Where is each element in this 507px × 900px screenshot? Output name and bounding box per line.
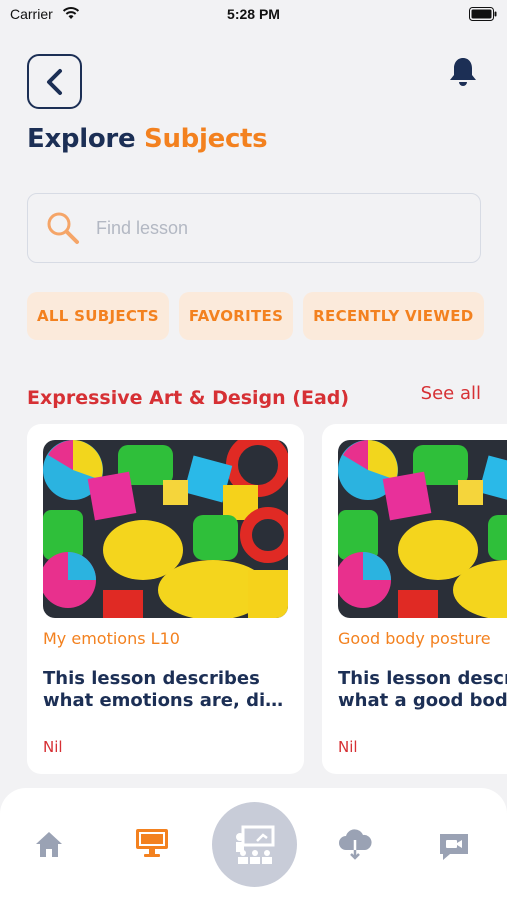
home-icon — [36, 832, 62, 857]
lesson-tag: Good body posture — [338, 629, 491, 648]
chevron-left-icon — [46, 68, 62, 95]
status-time: 5:28 PM — [227, 6, 280, 22]
search-icon — [47, 212, 79, 244]
page-title-accent: Subjects — [144, 124, 268, 154]
page-title-main: Explore — [27, 124, 136, 154]
cloud-download-icon — [339, 829, 372, 860]
lesson-footer: Nil — [43, 738, 63, 756]
lesson-description: This lesson describes what emotions are,… — [43, 668, 293, 712]
lesson-card[interactable]: My emotions L10 This lesson describes wh… — [27, 424, 304, 774]
lesson-tag: My emotions L10 — [43, 629, 180, 648]
lesson-description-line1: This lesson describes — [338, 668, 507, 689]
lesson-thumbnail — [43, 440, 288, 618]
search-input[interactable] — [96, 217, 456, 239]
filter-chips: ALL SUBJECTS FAVORITES RECENTLY VIEWED — [27, 292, 484, 340]
battery-icon — [469, 7, 497, 21]
nav-lessons[interactable] — [135, 828, 169, 858]
lesson-description-line2: what a good body — [338, 690, 507, 711]
lesson-thumbnail — [338, 440, 507, 618]
nav-classroom[interactable] — [212, 802, 297, 887]
filter-recently-viewed[interactable]: RECENTLY VIEWED — [303, 292, 484, 340]
nav-home[interactable] — [34, 830, 64, 858]
nav-live[interactable] — [438, 832, 470, 862]
lesson-carousel[interactable]: My emotions L10 This lesson describes wh… — [27, 424, 507, 774]
section-title: Expressive Art & Design (Ead) — [27, 387, 350, 409]
filter-all-subjects[interactable]: ALL SUBJECTS — [27, 292, 169, 340]
lesson-card[interactable]: Good body posture This lesson describes … — [322, 424, 507, 774]
page-title: Explore Subjects — [27, 124, 268, 154]
nav-downloads[interactable] — [338, 828, 372, 860]
lesson-description-line2: what emotions are, di… — [43, 690, 284, 711]
lesson-description: This lesson describes what a good body — [338, 668, 507, 712]
lesson-description-line1: This lesson describes — [43, 668, 260, 689]
video-chat-icon — [440, 834, 468, 860]
classroom-icon — [235, 825, 274, 864]
see-all-link[interactable]: See all — [421, 383, 481, 404]
bottom-nav — [0, 788, 507, 900]
status-bar: Carrier 5:28 PM — [0, 0, 507, 30]
back-button[interactable] — [27, 54, 82, 109]
bell-icon[interactable] — [448, 56, 478, 88]
search-box[interactable] — [27, 193, 481, 263]
lesson-footer: Nil — [338, 738, 358, 756]
filter-favorites[interactable]: FAVORITES — [178, 292, 294, 340]
monitor-icon — [136, 829, 168, 857]
